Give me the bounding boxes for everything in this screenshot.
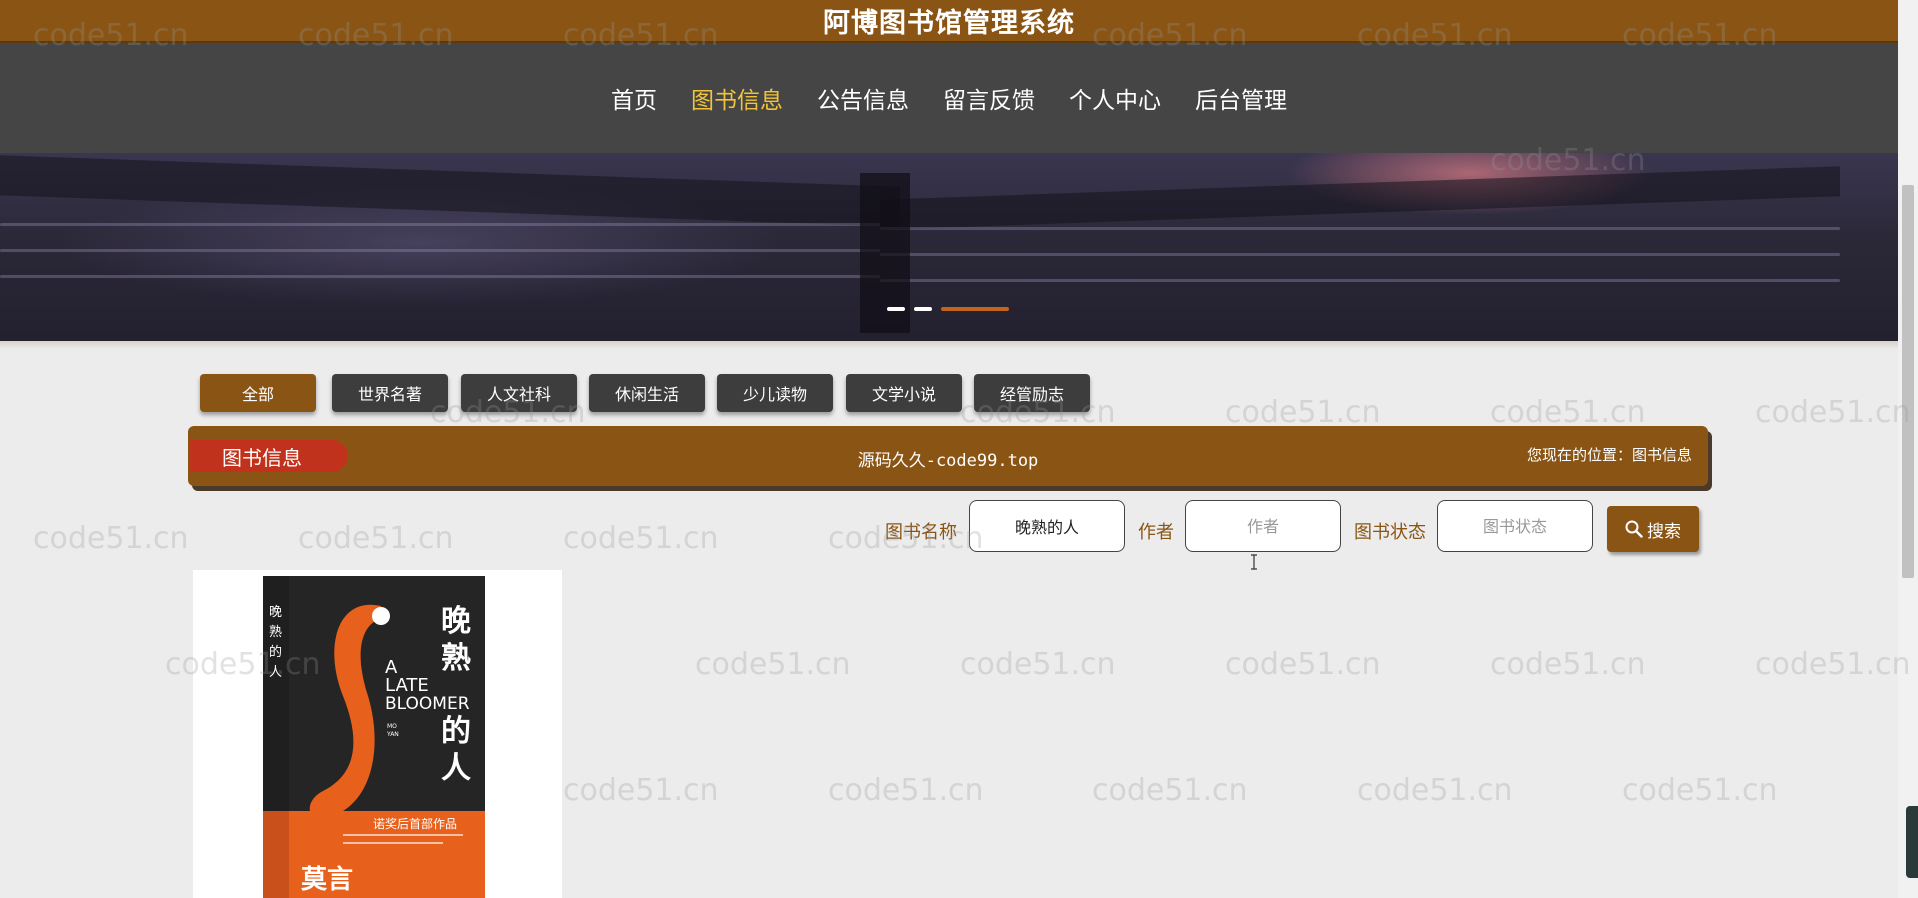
nav-item-feedback[interactable]: 留言反馈 — [943, 81, 1035, 115]
watermark: code51.cn — [298, 521, 454, 556]
banner-divider — [0, 341, 1898, 349]
author-input[interactable] — [1185, 500, 1341, 552]
carousel-dot-2[interactable] — [914, 307, 932, 311]
watermark: code51.cn — [828, 773, 984, 808]
cover-spine-char-4: 人 — [269, 665, 282, 680]
book-cover-image: 晚 熟 的 人 晚 熟 的 人 A LATE BLOOMER MO YAN 诺奖… — [263, 576, 485, 898]
cover-author-en-1: MO — [387, 723, 397, 730]
page: 阿博图书馆管理系统 首页 图书信息 公告信息 留言反馈 个人中心 后台管理 全部… — [0, 0, 1918, 898]
book-status-label: 图书状态 — [1354, 522, 1426, 543]
watermark: code51.cn — [563, 521, 719, 556]
cover-spine-char-1: 晚 — [269, 605, 282, 620]
category-business[interactable]: 经管励志 — [974, 374, 1090, 412]
cover-spine-char-3: 的 — [269, 644, 282, 660]
watermark: code51.cn — [1622, 773, 1778, 808]
cover-title-char-4: 人 — [441, 751, 471, 786]
nav-item-admin[interactable]: 后台管理 — [1195, 81, 1287, 115]
text-cursor-icon — [1251, 554, 1257, 570]
book-card[interactable]: 晚 熟 的 人 晚 熟 的 人 A LATE BLOOMER MO YAN 诺奖… — [193, 570, 562, 898]
category-world-classics[interactable]: 世界名著 — [332, 374, 448, 412]
cover-title-char-1: 晚 — [441, 604, 471, 639]
watermark: code51.cn — [1755, 395, 1911, 430]
nav-item-home[interactable]: 首页 — [611, 81, 657, 115]
banner-carousel — [0, 153, 1898, 341]
watermark: code51.cn — [1490, 395, 1646, 430]
carousel-dot-1[interactable] — [887, 307, 905, 311]
search-button[interactable]: 搜索 — [1607, 506, 1699, 552]
watermark: code51.cn — [960, 647, 1116, 682]
cover-en-bloomer: BLOOMER — [385, 694, 470, 714]
site-header: 阿博图书馆管理系统 — [0, 0, 1898, 43]
watermark: code51.cn — [1490, 647, 1646, 682]
book-status-input[interactable] — [1437, 500, 1593, 552]
watermark: code51.cn — [695, 647, 851, 682]
cover-title-char-3: 的 — [441, 714, 471, 749]
section-header: 图书信息 源码久久-code99.top 您现在的位置：图书信息 — [188, 426, 1708, 486]
watermark: code51.cn — [1755, 647, 1911, 682]
category-all[interactable]: 全部 — [200, 374, 316, 412]
side-floating-widget[interactable] — [1906, 806, 1918, 878]
book-name-label: 图书名称 — [885, 522, 957, 543]
search-icon — [1625, 520, 1643, 538]
watermark: code51.cn — [33, 521, 189, 556]
site-title: 阿博图书馆管理系统 — [823, 8, 1075, 39]
cover-tagline: 诺奖后首部作品 — [373, 816, 457, 831]
cover-author-en-2: YAN — [386, 731, 399, 738]
category-children[interactable]: 少儿读物 — [717, 374, 833, 412]
watermark: code51.cn — [1225, 647, 1381, 682]
carousel-dot-3[interactable] — [941, 307, 1009, 311]
watermark: code51.cn — [1092, 773, 1248, 808]
watermark: code51.cn — [563, 773, 719, 808]
cover-spine-char-2: 熟 — [269, 624, 282, 640]
main-nav: 首页 图书信息 公告信息 留言反馈 个人中心 后台管理 — [0, 43, 1898, 153]
nav-item-announcements[interactable]: 公告信息 — [817, 81, 909, 115]
book-name-input[interactable] — [969, 500, 1125, 552]
category-leisure[interactable]: 休闲生活 — [589, 374, 705, 412]
watermark: code51.cn — [1357, 773, 1513, 808]
breadcrumb: 您现在的位置：图书信息 — [1526, 446, 1692, 464]
cover-title-char-2: 熟 — [441, 641, 471, 676]
nav-item-profile[interactable]: 个人中心 — [1069, 81, 1161, 115]
category-humanities[interactable]: 人文社科 — [461, 374, 577, 412]
search-button-label: 搜索 — [1647, 521, 1681, 542]
cover-en-late: LATE — [385, 675, 429, 696]
category-fiction[interactable]: 文学小说 — [846, 374, 962, 412]
nav-item-books[interactable]: 图书信息 — [691, 81, 783, 115]
author-label: 作者 — [1138, 522, 1174, 543]
cover-author-cn: 莫言 — [301, 865, 353, 895]
watermark: code51.cn — [1225, 395, 1381, 430]
section-center-text: 源码久久-code99.top — [857, 451, 1039, 471]
scrollbar-thumb[interactable] — [1902, 185, 1914, 578]
